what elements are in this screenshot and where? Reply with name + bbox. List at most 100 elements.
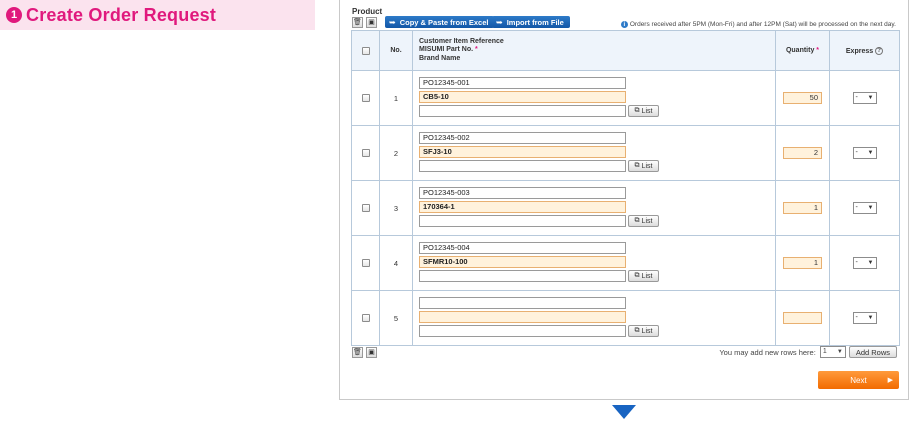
list-label: List xyxy=(641,162,653,170)
list-label: List xyxy=(641,327,653,335)
notice-text: Orders received after 5PM (Mon-Fri) and … xyxy=(629,21,896,28)
quantity-input[interactable] xyxy=(783,312,822,324)
express-select[interactable]: - ▼ xyxy=(852,92,877,104)
help-icon[interactable]: ? xyxy=(875,46,884,55)
step-banner: 1 Create Order Request xyxy=(0,0,315,30)
quantity-input[interactable]: 1 xyxy=(783,202,822,214)
order-panel: Product 🗑 ▣ ➥ Copy & Paste from Excel ➥ … xyxy=(339,0,909,400)
list-button[interactable]: ⧉ List xyxy=(628,105,659,117)
copy-paste-excel-label: Copy & Paste from Excel xyxy=(399,17,489,27)
row-checkbox[interactable] xyxy=(361,314,370,322)
import-file-button[interactable]: ➥ Import from File xyxy=(492,16,570,28)
express-select[interactable]: - ▼ xyxy=(852,312,877,324)
header-quantity: Quantity * xyxy=(775,30,830,71)
quantity-input[interactable]: 50 xyxy=(783,92,822,104)
customer-ref-input[interactable]: PO12345-003 xyxy=(419,187,626,199)
row-number: 2 xyxy=(379,125,413,181)
express-value: - xyxy=(855,94,858,101)
express-select[interactable]: - ▼ xyxy=(852,147,877,159)
trash-icon[interactable]: 🗑 xyxy=(352,347,363,358)
add-rows-text: You may add new rows here: xyxy=(719,347,816,357)
header-no: No. xyxy=(379,30,413,71)
brand-name-input[interactable] xyxy=(419,325,626,337)
required-mark: * xyxy=(816,47,820,54)
customer-ref-input[interactable]: PO12345-001 xyxy=(419,77,626,89)
brand-name-input[interactable] xyxy=(419,270,626,282)
chevron-down-icon: ▼ xyxy=(836,349,843,355)
folder-move-icon[interactable]: ▣ xyxy=(366,17,377,28)
row-number: 5 xyxy=(379,290,413,346)
express-select[interactable]: - ▼ xyxy=(852,202,877,214)
chevron-down-icon: ▼ xyxy=(867,315,874,321)
info-icon: i xyxy=(620,21,628,28)
row-number: 3 xyxy=(379,180,413,236)
list-button[interactable]: ⧉ List xyxy=(628,325,659,337)
brand-row: ⧉ List xyxy=(419,215,775,229)
table-row: 5 ⧉ List - ▼ xyxy=(351,290,900,346)
header-item-line3: Brand Name xyxy=(419,54,461,62)
select-all-checkbox[interactable] xyxy=(361,46,370,55)
header-item-line2-wrap: MISUMI Part No. * xyxy=(419,46,775,55)
quantity-input[interactable]: 2 xyxy=(783,147,822,159)
row-checkbox[interactable] xyxy=(361,204,370,212)
customer-ref-input[interactable]: PO12345-002 xyxy=(419,132,626,144)
brand-row: ⧉ List xyxy=(419,160,775,174)
rows-count-select[interactable]: 1 ▼ xyxy=(819,346,846,358)
order-table: No. Customer Item Reference MISUMI Part … xyxy=(351,30,900,346)
brand-name-input[interactable] xyxy=(419,160,626,172)
table-header-row: No. Customer Item Reference MISUMI Part … xyxy=(351,30,900,71)
window-icon: ⧉ xyxy=(634,272,640,279)
customer-ref-input[interactable]: PO12345-004 xyxy=(419,242,626,254)
next-label: Next xyxy=(850,375,867,385)
table-row: 3 PO12345-003 170364-1 ⧉ List 1 - ▼ xyxy=(351,180,900,236)
item-cell: PO12345-003 170364-1 ⧉ List xyxy=(412,180,776,236)
item-cell: PO12345-004 SFMR10-100 ⧉ List xyxy=(412,235,776,291)
chevron-down-icon: ▼ xyxy=(867,205,874,211)
folder-move-icon[interactable]: ▣ xyxy=(366,347,377,358)
list-button[interactable]: ⧉ List xyxy=(628,160,659,172)
trash-icon[interactable]: 🗑 xyxy=(352,17,363,28)
header-item: Customer Item Reference MISUMI Part No. … xyxy=(412,30,776,71)
window-icon: ⧉ xyxy=(634,327,640,334)
arrow-right-icon: ➥ xyxy=(496,17,503,27)
part-number-input[interactable]: 170364-1 xyxy=(419,201,626,213)
brand-name-input[interactable] xyxy=(419,215,626,227)
header-item-line2: MISUMI Part No. xyxy=(419,46,474,54)
window-icon: ⧉ xyxy=(634,107,640,114)
express-select[interactable]: - ▼ xyxy=(852,257,877,269)
triangle-down-icon xyxy=(612,405,636,419)
header-express-label: Express xyxy=(845,47,874,55)
table-row: 4 PO12345-004 SFMR10-100 ⧉ List 1 - ▼ xyxy=(351,235,900,291)
list-button[interactable]: ⧉ List xyxy=(628,215,659,227)
add-rows-button[interactable]: Add Rows xyxy=(848,346,897,358)
brand-name-input[interactable] xyxy=(419,105,626,117)
row-checkbox[interactable] xyxy=(361,94,370,102)
row-checkbox[interactable] xyxy=(361,259,370,267)
header-item-line1: Customer Item Reference xyxy=(419,37,504,45)
arrow-right-icon: ▶ xyxy=(887,377,893,384)
item-cell: PO12345-002 SFJ3-10 ⧉ List xyxy=(412,125,776,181)
customer-ref-input[interactable] xyxy=(419,297,626,309)
window-icon: ⧉ xyxy=(634,162,640,169)
list-label: List xyxy=(641,272,653,280)
header-select-all xyxy=(351,30,380,71)
brand-row: ⧉ List xyxy=(419,325,775,339)
copy-paste-excel-button[interactable]: ➥ Copy & Paste from Excel xyxy=(385,16,495,28)
quantity-input[interactable]: 1 xyxy=(783,257,822,269)
header-express: Express ? xyxy=(829,30,900,71)
part-number-input[interactable]: SFJ3-10 xyxy=(419,146,626,158)
add-rows-bar: You may add new rows here: 1 ▼ Add Rows xyxy=(719,346,897,358)
row-checkbox[interactable] xyxy=(361,149,370,157)
express-value: - xyxy=(855,204,858,211)
header-quantity-label: Quantity xyxy=(785,47,815,54)
part-number-input[interactable] xyxy=(419,311,626,323)
product-label: Product xyxy=(352,7,383,16)
part-number-input[interactable]: CB5-10 xyxy=(419,91,626,103)
list-button[interactable]: ⧉ List xyxy=(628,270,659,282)
list-label: List xyxy=(641,107,653,115)
part-number-input[interactable]: SFMR10-100 xyxy=(419,256,626,268)
next-button[interactable]: Next ▶ xyxy=(818,371,899,389)
row-number: 1 xyxy=(379,70,413,126)
chevron-down-icon: ▼ xyxy=(867,260,874,266)
step-number-badge: 1 xyxy=(6,7,22,23)
